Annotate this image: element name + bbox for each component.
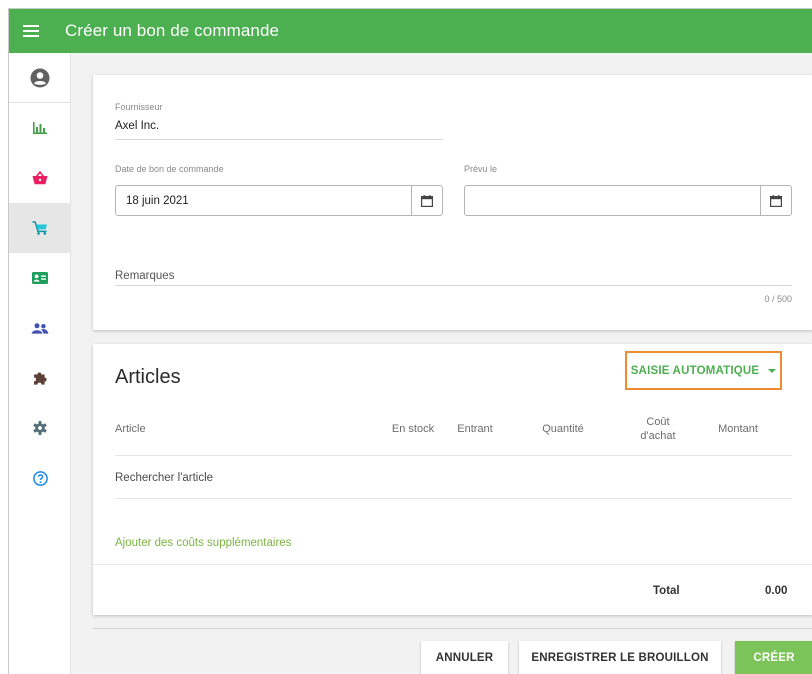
expected-date-field[interactable] (464, 185, 792, 216)
sidebar-item-integrations[interactable] (9, 353, 71, 403)
articles-card: Articles SAISIE AUTOMATIQUE Article En s… (93, 344, 812, 615)
search-divider (115, 498, 792, 499)
order-date-calendar-button[interactable] (411, 186, 442, 215)
column-header-in-stock: En stock (391, 423, 435, 435)
sidebar-item-purchases[interactable] (9, 203, 71, 253)
auto-entry-label: SAISIE AUTOMATIQUE (630, 364, 760, 377)
main-content: Fournisseur Axel Inc. Date de bon de com… (71, 53, 812, 674)
totals-divider (93, 564, 812, 565)
remarks-underline (115, 285, 792, 286)
total-value: 0.00 (765, 585, 788, 597)
article-search-input[interactable]: Rechercher l'article (115, 472, 213, 484)
order-date-value: 18 juin 2021 (126, 195, 189, 207)
people-icon (31, 322, 49, 334)
column-header-article: Article (115, 423, 146, 435)
help-circle-icon (32, 470, 48, 486)
column-header-cost-line2: d'achat (640, 430, 676, 442)
settings-icon (33, 421, 47, 435)
sidebar-item-help[interactable] (9, 453, 71, 503)
calendar-icon (421, 194, 433, 207)
sidebar (9, 53, 71, 674)
add-extra-costs-link[interactable]: Ajouter des coûts supplémentaires (115, 537, 291, 549)
footer-divider (93, 628, 812, 629)
auto-entry-button[interactable]: SAISIE AUTOMATIQUE (625, 351, 782, 390)
sidebar-item-profile[interactable] (9, 53, 71, 103)
expected-date-calendar-button[interactable] (760, 186, 791, 215)
app-window: Créer un bon de commande Fournisseur Axe… (8, 8, 812, 674)
remarks-counter: 0 / 500 (764, 294, 792, 304)
total-label: Total (653, 585, 680, 597)
expected-date-label: Prévu le (464, 164, 498, 174)
app-bar: Créer un bon de commande (9, 9, 812, 53)
calendar-icon (770, 194, 782, 207)
column-header-amount: Montant (718, 423, 758, 435)
order-form-card: Fournisseur Axel Inc. Date de bon de com… (93, 75, 812, 330)
bar-chart-icon (33, 122, 47, 134)
puzzle-piece-icon (34, 372, 47, 385)
column-header-incoming: Entrant (457, 423, 493, 435)
menu-button[interactable] (9, 9, 53, 53)
sidebar-item-settings[interactable] (9, 403, 71, 453)
shopping-basket-icon (32, 171, 48, 185)
sidebar-item-employees[interactable] (9, 303, 71, 353)
supplier-field[interactable]: Axel Inc. (115, 120, 159, 132)
create-button[interactable]: CRÉER (735, 641, 812, 674)
order-date-label: Date de bon de commande (115, 164, 224, 174)
purchase-cart-icon (32, 221, 47, 235)
caret-down-icon (768, 368, 777, 373)
contact-card-icon (32, 272, 48, 284)
sidebar-item-customers[interactable] (9, 253, 71, 303)
column-header-cost-line1: Coût (646, 416, 670, 428)
sidebar-item-reports[interactable] (9, 103, 71, 153)
hamburger-icon (23, 25, 39, 37)
column-header-quantity: Quantité (542, 423, 584, 435)
articles-title: Articles (115, 366, 181, 388)
cancel-button[interactable]: ANNULER (421, 641, 508, 674)
header-divider (115, 455, 792, 456)
account-circle-icon (30, 68, 50, 87)
page-title: Créer un bon de commande (65, 21, 280, 40)
supplier-label: Fournisseur (115, 102, 163, 112)
save-draft-button[interactable]: ENREGISTRER LE BROUILLON (519, 641, 721, 674)
remarks-field[interactable]: Remarques (115, 270, 174, 282)
sidebar-item-sales[interactable] (9, 153, 71, 203)
supplier-underline (115, 139, 443, 140)
order-date-field[interactable]: 18 juin 2021 (115, 185, 443, 216)
